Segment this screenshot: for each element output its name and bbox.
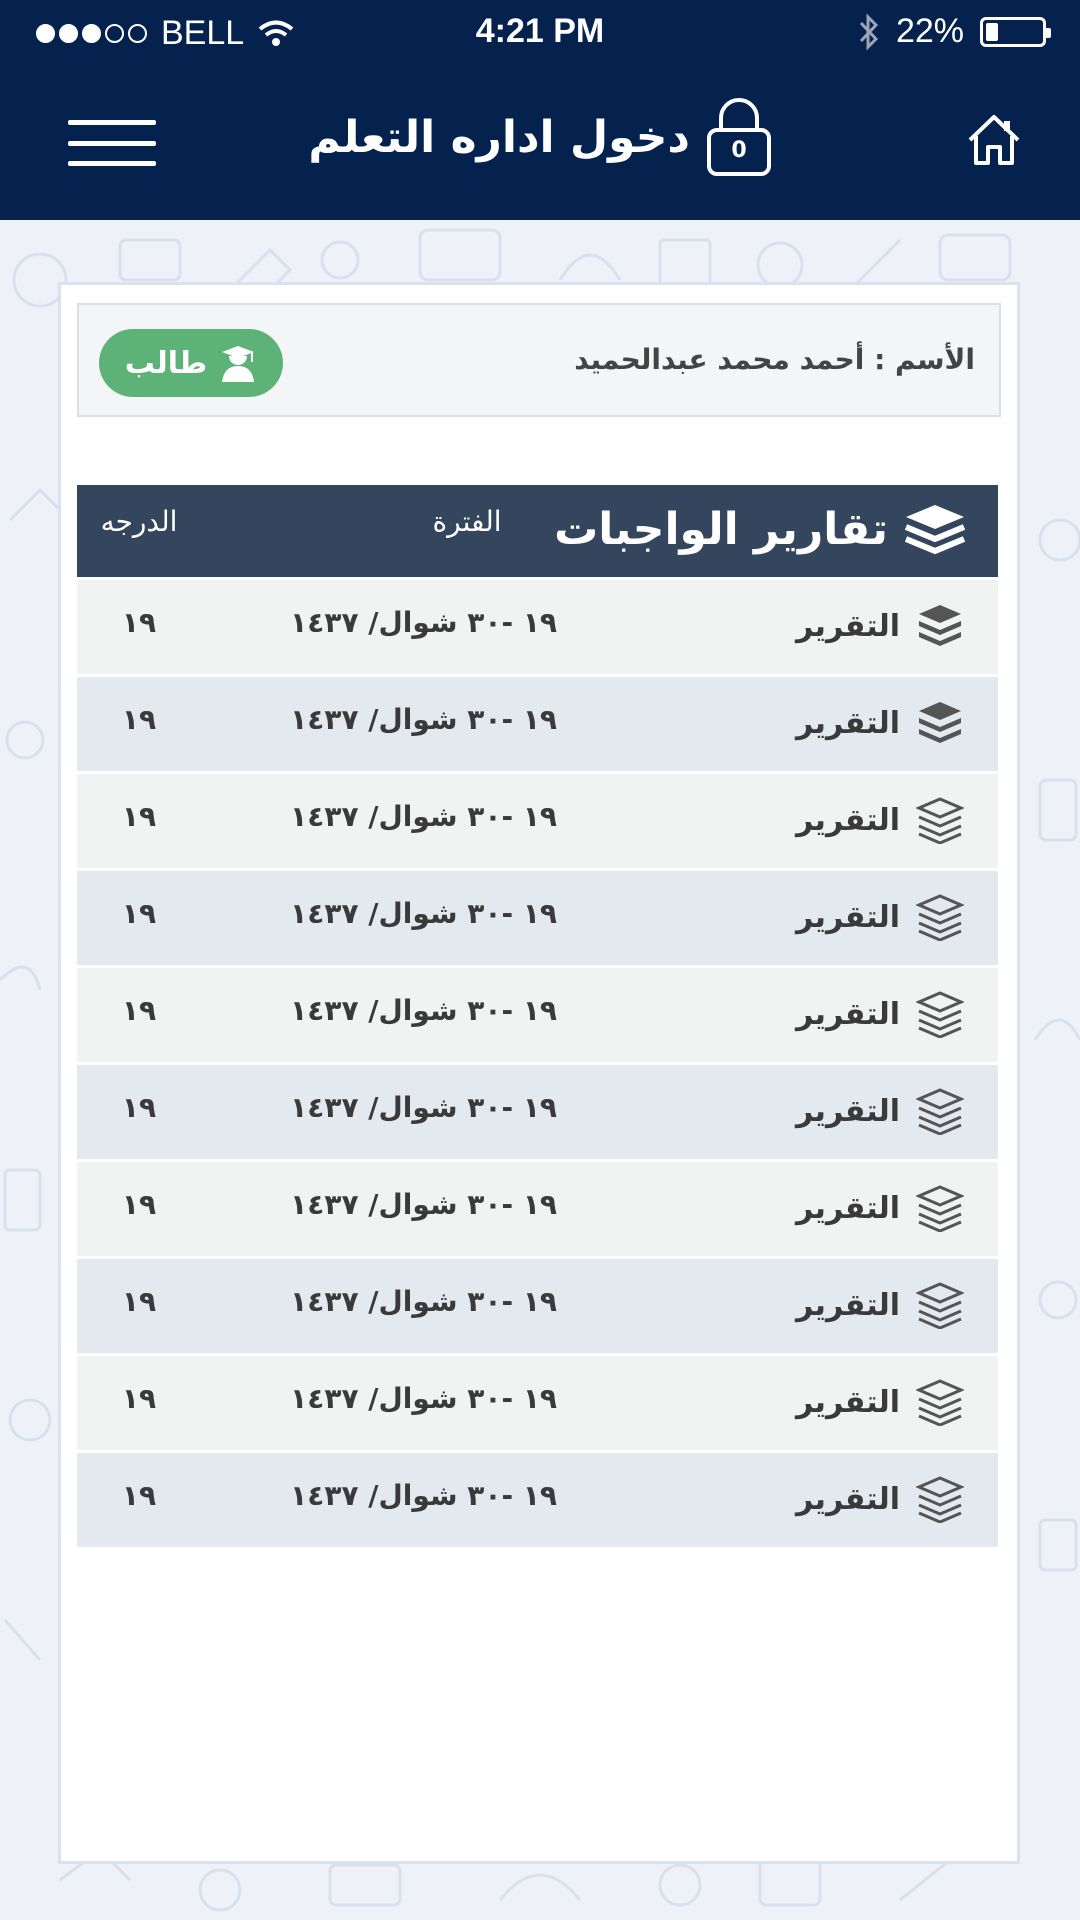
column-header-period: الفترة (432, 505, 502, 538)
report-grade: ١٩ (121, 800, 157, 833)
report-period: ١٩ -٣٠ شوال/ ١٤٣٧ (290, 1382, 557, 1415)
table-row[interactable]: التقرير ١٩ -٣٠ شوال/ ١٤٣٧ ١٩ (77, 1453, 998, 1547)
report-icon (916, 1282, 964, 1329)
bluetooth-icon (859, 12, 879, 51)
report-icon (916, 1379, 964, 1426)
battery-level (986, 22, 998, 41)
homework-reports-table: تقارير الواجبات الفترة الدرجه التقرير ١٩ … (77, 485, 998, 1547)
report-label: التقرير (796, 1087, 964, 1135)
report-period: ١٩ -٣٠ شوال/ ١٤٣٧ (290, 703, 557, 736)
app-header: BELL 4:21 PM 22% دخول اداره التعلم 0 (0, 0, 1080, 220)
report-label: التقرير (796, 893, 964, 941)
table-row[interactable]: التقرير ١٩ -٣٠ شوال/ ١٤٣٧ ١٩ (77, 1356, 998, 1450)
report-icon (916, 894, 964, 941)
report-grade: ١٩ (121, 606, 157, 639)
report-grade: ١٩ (121, 1285, 157, 1318)
report-period: ١٩ -٣٠ شوال/ ١٤٣٧ (290, 1091, 557, 1124)
table-row[interactable]: التقرير ١٩ -٣٠ شوال/ ١٤٣٧ ١٩ (77, 580, 998, 674)
table-row[interactable]: التقرير ١٩ -٣٠ شوال/ ١٤٣٧ ١٩ (77, 1162, 998, 1256)
student-name: الأسم : أحمد محمد عبدالحميد (574, 343, 975, 376)
layers-icon (904, 505, 966, 555)
report-label-text: التقرير (796, 1093, 900, 1129)
content-card: الأسم : أحمد محمد عبدالحميد طالب تقارير … (58, 282, 1020, 1864)
report-label: التقرير (796, 1281, 964, 1329)
report-icon (916, 1185, 964, 1232)
column-header-grade: الدرجه (100, 505, 178, 538)
report-grade: ١٩ (121, 1479, 157, 1512)
report-label: التقرير (796, 1184, 964, 1232)
report-label-text: التقرير (796, 1384, 900, 1420)
report-period: ١٩ -٣٠ شوال/ ١٤٣٧ (290, 1479, 557, 1512)
report-label-text: التقرير (796, 1481, 900, 1517)
menu-icon (68, 120, 156, 125)
role-label: طالب (124, 345, 208, 381)
report-grade: ١٩ (121, 994, 157, 1027)
report-label-text: التقرير (796, 996, 900, 1032)
table-row[interactable]: التقرير ١٩ -٣٠ شوال/ ١٤٣٧ ١٩ (77, 968, 998, 1062)
report-icon (916, 991, 964, 1038)
table-row[interactable]: التقرير ١٩ -٣٠ شوال/ ١٤٣٧ ١٩ (77, 1259, 998, 1353)
report-label: التقرير (796, 1475, 964, 1523)
report-icon (919, 702, 961, 743)
report-grade: ١٩ (121, 703, 157, 736)
status-bar: BELL 4:21 PM 22% (0, 0, 1080, 68)
report-grade: ١٩ (121, 1188, 157, 1221)
report-grade: ١٩ (121, 1091, 157, 1124)
student-profile: الأسم : أحمد محمد عبدالحميد طالب (77, 303, 1001, 417)
report-label-text: التقرير (796, 1190, 900, 1226)
table-row[interactable]: التقرير ١٩ -٣٠ شوال/ ١٤٣٧ ١٩ (77, 677, 998, 771)
table-row[interactable]: التقرير ١٩ -٣٠ شوال/ ١٤٣٧ ١٩ (77, 774, 998, 868)
report-icon (916, 1088, 964, 1135)
table-header: تقارير الواجبات الفترة الدرجه (77, 485, 998, 577)
home-icon (968, 115, 1020, 165)
report-period: ١٩ -٣٠ شوال/ ١٤٣٧ (290, 1188, 557, 1221)
lock-icon (707, 98, 771, 176)
report-period: ١٩ -٣٠ شوال/ ١٤٣٧ (290, 800, 557, 833)
lock-button[interactable]: 0 (704, 96, 774, 178)
lock-count: 0 (731, 138, 747, 163)
report-label: التقرير (796, 699, 964, 747)
battery-icon (980, 16, 1051, 47)
role-badge[interactable]: طالب (99, 329, 283, 397)
report-grade: ١٩ (121, 897, 157, 930)
report-period: ١٩ -٣٠ شوال/ ١٤٣٧ (290, 897, 557, 930)
report-icon (916, 1476, 964, 1523)
report-label-text: التقرير (796, 899, 900, 935)
report-grade: ١٩ (121, 1382, 157, 1415)
table-row[interactable]: التقرير ١٩ -٣٠ شوال/ ١٤٣٧ ١٩ (77, 1065, 998, 1159)
page-title: دخول اداره التعلم (308, 112, 690, 163)
menu-button[interactable] (68, 120, 156, 166)
home-button[interactable] (966, 112, 1022, 168)
report-label: التقرير (796, 1378, 964, 1426)
report-period: ١٩ -٣٠ شوال/ ١٤٣٧ (290, 1285, 557, 1318)
report-label: التقرير (796, 796, 964, 844)
report-icon (916, 797, 964, 844)
report-period: ١٩ -٣٠ شوال/ ١٤٣٧ (290, 994, 557, 1027)
report-icon (919, 605, 961, 646)
report-label-text: التقرير (796, 802, 900, 838)
report-label-text: التقرير (796, 705, 900, 741)
report-label: التقرير (796, 602, 964, 650)
battery-percent: 22% (895, 12, 964, 50)
report-period: ١٩ -٣٠ شوال/ ١٤٣٧ (290, 606, 557, 639)
report-label-text: التقرير (796, 1287, 900, 1323)
report-label: التقرير (796, 990, 964, 1038)
report-label-text: التقرير (796, 608, 900, 644)
table-title: تقارير الواجبات (554, 503, 888, 555)
student-icon (222, 346, 255, 382)
table-row[interactable]: التقرير ١٩ -٣٠ شوال/ ١٤٣٧ ١٩ (77, 871, 998, 965)
